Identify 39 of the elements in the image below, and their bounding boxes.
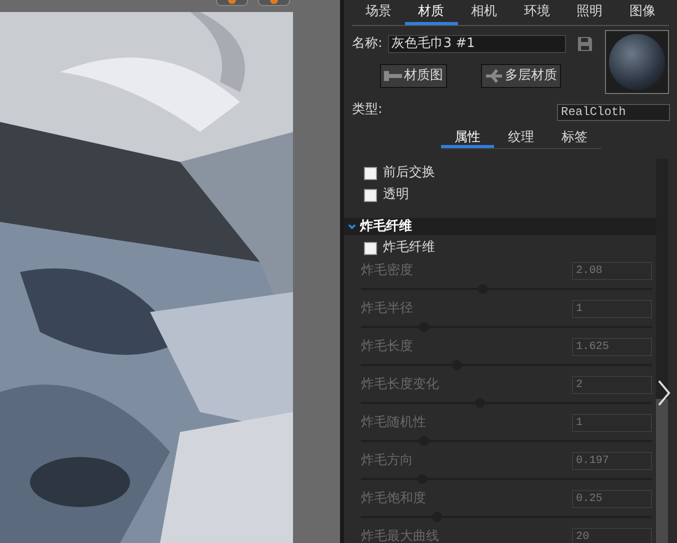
graph-icon [384, 69, 402, 83]
type-label: 类型: [352, 101, 382, 120]
tab[interactable]: 材质 [404, 1, 458, 25]
tab[interactable]: 照明 [563, 1, 616, 25]
checkbox[interactable] [364, 166, 377, 180]
slider-label: 炸毛长度 [361, 338, 413, 356]
save-icon[interactable] [577, 36, 594, 52]
checkbox-label: 炸毛纤维 [383, 239, 435, 258]
checkbox-label: 透明 [383, 186, 409, 204]
chevron-down-icon [348, 224, 356, 230]
checkbox-label: 前后交换 [383, 164, 435, 182]
tab[interactable]: 环境 [510, 1, 564, 25]
toolbar-button[interactable] [216, 0, 248, 6]
multilayer-button[interactable]: 多层材质 [481, 64, 561, 88]
scrollbar[interactable] [656, 159, 668, 543]
slider-label: 炸毛最大曲线 [361, 528, 439, 543]
chevron-right-icon[interactable] [657, 380, 671, 406]
branch-icon [485, 69, 503, 83]
slider-label: 炸毛长度变化 [361, 376, 439, 394]
slider-label: 炸毛饱和度 [361, 490, 426, 508]
toolbar-button[interactable] [258, 0, 290, 6]
tab[interactable]: 场景 [352, 1, 405, 25]
tab[interactable]: 图像 [616, 1, 669, 25]
checkbox[interactable] [364, 242, 377, 254]
name-field[interactable]: 灰色毛巾3 #1 [388, 35, 566, 53]
tab[interactable]: 相机 [458, 1, 510, 25]
material-graph-button[interactable]: 材质图 [380, 64, 447, 88]
section-header[interactable]: 炸毛纤维 [344, 218, 656, 235]
tab[interactable]: 纹理 [494, 128, 548, 148]
checkbox[interactable] [364, 188, 377, 202]
material-preview [605, 30, 669, 94]
slider-label: 炸毛方向 [361, 452, 413, 470]
name-label: 名称: [352, 35, 382, 54]
slider-label: 炸毛半径 [361, 300, 413, 318]
type-dropdown[interactable]: RealCloth [557, 104, 670, 121]
slider-label: 炸毛随机性 [361, 414, 426, 432]
tab[interactable]: 标签 [548, 128, 601, 148]
slider-label: 炸毛密度 [361, 262, 413, 280]
tab[interactable]: 属性 [441, 128, 494, 148]
